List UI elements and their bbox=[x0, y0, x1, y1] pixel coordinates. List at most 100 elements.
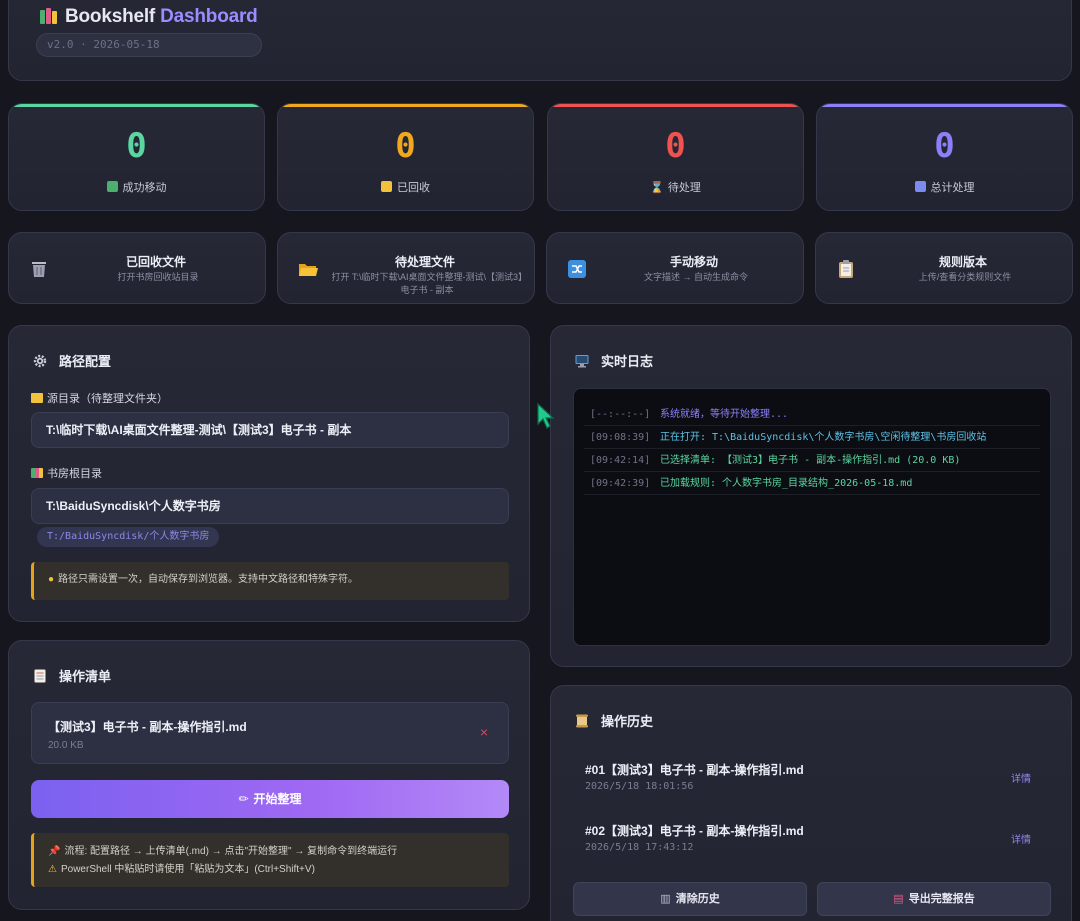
monitor-icon bbox=[575, 355, 589, 368]
folder-icon bbox=[381, 181, 392, 192]
clipboard-icon bbox=[839, 260, 853, 278]
clear-history-label: 清除历史 bbox=[675, 893, 720, 905]
stat-card-recycled: 0 已回收 bbox=[277, 103, 534, 211]
action-title: 已回收文件 bbox=[125, 255, 186, 269]
stat-label-row: 已回收 bbox=[278, 179, 533, 195]
log-console[interactable]: [--:--:--] 系统就绪，等待开始整理... [09:08:39] 正在打开:… bbox=[573, 388, 1051, 646]
log-panel: 实时日志 [--:--:--] 系统就绪，等待开始整理... [09:08:39]… bbox=[550, 325, 1072, 667]
trash-icon bbox=[32, 262, 46, 277]
action-title: 手动移动 bbox=[669, 255, 718, 269]
warning-icon: ⚠ bbox=[48, 864, 57, 875]
section-header: 实时日志 bbox=[575, 351, 653, 370]
log-line: [--:--:--] 系统就绪，等待开始整理... bbox=[584, 403, 1040, 426]
action-subtitle: 上传/查看分类规则文件 bbox=[918, 272, 1012, 282]
task-list-panel: 操作清单 【测试3】电子书 - 副本-操作指引.md 20.0 KB × ✏ 开始… bbox=[8, 640, 530, 910]
start-organize-button[interactable]: ✏ 开始整理 bbox=[31, 780, 509, 818]
flow-text: 流程: 配置路径 → 上传清单(.md) → 点击"开始整理" → 复制命令到终… bbox=[64, 846, 398, 857]
source-dir-label-text: 源目录（待整理文件夹） bbox=[47, 393, 168, 405]
stat-value: 0 bbox=[126, 126, 147, 166]
root-dir-label-text: 书房根目录 bbox=[47, 468, 102, 480]
lightbulb-icon: ● bbox=[48, 574, 55, 585]
rule-version-button[interactable]: 规则版本 上传/查看分类规则文件 bbox=[815, 232, 1073, 304]
stat-label: 成功移动 bbox=[122, 182, 167, 194]
task-item: 【测试3】电子书 - 副本-操作指引.md 20.0 KB × bbox=[31, 702, 509, 764]
scroll-icon bbox=[576, 714, 588, 728]
stat-label: 待处理 bbox=[667, 182, 701, 194]
stat-card-pending: 0 ⌛ 待处理 bbox=[547, 103, 804, 211]
recycled-files-button[interactable]: 已回收文件 打开书房回收站目录 bbox=[8, 232, 266, 304]
flow-tip: 📌 流程: 配置路径 → 上传清单(.md) → 点击"开始整理" → 复制命令到… bbox=[31, 833, 509, 887]
flow-line: 📌 流程: 配置路径 → 上传清单(.md) → 点击"开始整理" → 复制命令到… bbox=[48, 843, 509, 861]
history-date: 2026/5/18 18:01:56 bbox=[585, 781, 694, 792]
action-title: 待处理文件 bbox=[394, 255, 455, 269]
remove-task-button[interactable]: × bbox=[480, 724, 488, 740]
stat-accent-bar bbox=[278, 104, 533, 107]
stat-value: 0 bbox=[665, 126, 686, 166]
stat-value: 0 bbox=[934, 126, 955, 166]
history-item: #01【测试3】电子书 - 副本-操作指引.md 2026/5/18 18:01… bbox=[573, 761, 1051, 811]
clear-history-button[interactable]: ▥ 清除历史 bbox=[573, 882, 807, 916]
log-time: [--:--:--] bbox=[590, 409, 651, 420]
stat-value: 0 bbox=[395, 126, 416, 166]
section-title: 操作历史 bbox=[601, 714, 654, 729]
shuffle-icon bbox=[568, 260, 586, 278]
history-detail-link[interactable]: 详情 bbox=[1011, 770, 1031, 785]
log-time: [09:42:39] bbox=[590, 478, 651, 489]
section-title: 操作清单 bbox=[59, 669, 112, 684]
path-tip-text: 路径只需设置一次，自动保存到浏览器。支持中文路径和特殊字符。 bbox=[58, 574, 359, 585]
action-subtitle: 打开 T:\临时下载\AI桌面文件整理-测试\【测试3】电子书 - 副本 bbox=[331, 272, 523, 295]
task-file-size: 20.0 KB bbox=[48, 740, 84, 751]
root-dir-input[interactable]: T:\BaiduSyncdisk\个人数字书房 bbox=[31, 488, 509, 524]
stat-label-row: ⌛ 待处理 bbox=[548, 179, 803, 195]
history-panel: 操作历史 #01【测试3】电子书 - 副本-操作指引.md 2026/5/18 … bbox=[550, 685, 1072, 921]
path-config-panel: 路径配置 源目录（待整理文件夹） T:\临时下载\AI桌面文件整理-测试\【测试… bbox=[8, 325, 530, 622]
source-dir-label: 源目录（待整理文件夹） bbox=[31, 390, 168, 406]
section-header: 操作清单 bbox=[33, 666, 111, 685]
log-line: [09:08:39] 正在打开: T:\BaiduSyncdisk\个人数字书房\… bbox=[584, 426, 1040, 449]
action-subtitle: 文字描述 → 自动生成命令 bbox=[643, 272, 748, 282]
root-path-preview: T:/BaiduSyncdisk/个人数字书房 bbox=[37, 527, 220, 547]
title-accent: Dashboard bbox=[160, 6, 258, 27]
header-panel: Bookshelf Dashboard v2.0 · 2026-05-18 bbox=[8, 0, 1072, 81]
history-detail-link[interactable]: 详情 bbox=[1011, 831, 1031, 846]
bar-chart-icon bbox=[914, 181, 926, 192]
stat-accent-bar bbox=[9, 104, 264, 107]
start-button-label: 开始整理 bbox=[253, 792, 302, 806]
books-icon bbox=[31, 468, 43, 478]
pending-files-button[interactable]: 待处理文件 打开 T:\临时下载\AI桌面文件整理-测试\【测试3】电子书 - … bbox=[277, 232, 535, 304]
app-title: Bookshelf Dashboard bbox=[39, 6, 258, 28]
manual-move-button[interactable]: 手动移动 文字描述 → 自动生成命令 bbox=[546, 232, 804, 304]
folder-open-icon bbox=[299, 264, 318, 276]
version-badge: v2.0 · 2026-05-18 bbox=[36, 33, 262, 57]
log-message: 已加载规则: 个人数字书房_目录结构_2026-05-18.md bbox=[660, 478, 913, 489]
log-message: 系统就绪，等待开始整理... bbox=[660, 409, 789, 420]
history-item: #02【测试3】电子书 - 副本-操作指引.md 2026/5/18 17:43… bbox=[573, 822, 1051, 872]
chart-up-icon bbox=[106, 181, 118, 192]
log-message: 已选择清单: 【测试3】电子书 - 副本-操作指引.md (20.0 KB) bbox=[660, 455, 961, 466]
section-title: 路径配置 bbox=[59, 354, 112, 369]
task-file-name: 【测试3】电子书 - 副本-操作指引.md bbox=[48, 720, 247, 734]
log-line: [09:42:39] 已加载规则: 个人数字书房_目录结构_2026-05-18.… bbox=[584, 472, 1040, 495]
stat-card-total: 0 总计处理 bbox=[816, 103, 1073, 211]
source-dir-input[interactable]: T:\临时下载\AI桌面文件整理-测试\【测试3】电子书 - 副本 bbox=[31, 412, 509, 448]
memo-icon bbox=[34, 669, 46, 683]
history-title: #01【测试3】电子书 - 副本-操作指引.md bbox=[585, 763, 804, 777]
report-icon: ▤ bbox=[893, 893, 904, 905]
action-subtitle: 打开书房回收站目录 bbox=[117, 272, 199, 282]
flow-line: ⚠ PowerShell 中粘贴时请使用「粘贴为文本」(Ctrl+Shift+V) bbox=[48, 861, 509, 879]
mouse-cursor-icon bbox=[537, 402, 555, 429]
folder-icon bbox=[31, 393, 43, 403]
stat-accent-bar bbox=[817, 104, 1072, 107]
path-tip: ● 路径只需设置一次，自动保存到浏览器。支持中文路径和特殊字符。 bbox=[31, 562, 509, 600]
stat-card-moved: 0 成功移动 bbox=[8, 103, 265, 211]
log-time: [09:42:14] bbox=[590, 455, 651, 466]
rocket-icon: ✏ bbox=[238, 792, 249, 806]
stat-label-row: 总计处理 bbox=[817, 179, 1072, 195]
section-title: 实时日志 bbox=[601, 354, 654, 369]
section-header: 操作历史 bbox=[575, 711, 653, 730]
log-message: 正在打开: T:\BaiduSyncdisk\个人数字书房\空闲待整理\书房回收… bbox=[660, 432, 987, 443]
stat-label-row: 成功移动 bbox=[9, 179, 264, 195]
export-report-button[interactable]: ▤ 导出完整报告 bbox=[817, 882, 1051, 916]
books-logo-icon bbox=[39, 7, 59, 25]
history-title: #02【测试3】电子书 - 副本-操作指引.md bbox=[585, 824, 804, 838]
